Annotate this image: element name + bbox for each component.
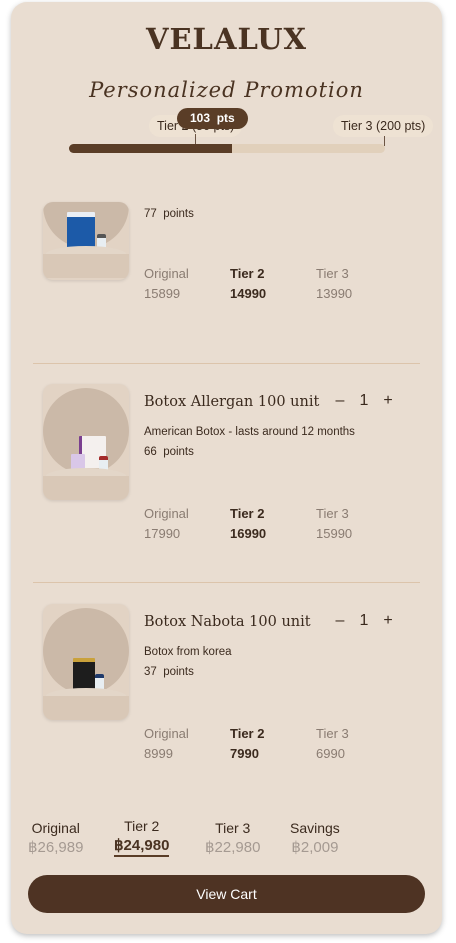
- quantity-stepper[interactable]: –1 +: [331, 612, 397, 630]
- product-card: Botox Allergan 100 unit –1 + American Bot…: [11, 384, 442, 564]
- points-progress-fill: [69, 144, 232, 153]
- quantity-value: 1: [359, 392, 369, 409]
- tier3-marker-label: Tier 3 (200 pts): [333, 115, 434, 137]
- current-points-badge: 103 pts: [177, 108, 248, 129]
- original-price: Original 8999: [144, 726, 189, 761]
- increase-quantity-button[interactable]: +: [379, 612, 397, 630]
- tier3-price: Tier 3 13990: [316, 266, 353, 301]
- tier3-price: Tier 3 6990: [316, 726, 349, 761]
- quantity-stepper[interactable]: –1 +: [331, 392, 397, 410]
- tier2-price: Tier 2 7990: [230, 726, 265, 761]
- product-description: American Botox - lasts around 12 months: [144, 426, 355, 438]
- tier2-price: Tier 2 16990: [230, 506, 267, 541]
- original-price: Original 15899: [144, 266, 189, 301]
- page-subtitle: Personalized Promotion: [89, 78, 364, 102]
- product-name: Botox Nabota 100 unit: [144, 614, 311, 630]
- current-points-value: 103: [190, 111, 211, 125]
- summary-savings: Savings ฿2,009: [290, 820, 340, 856]
- decrease-quantity-button[interactable]: –: [331, 392, 349, 410]
- divider: [33, 363, 420, 364]
- product-points: 77 points: [144, 208, 194, 220]
- brand-logo: VELALUX: [145, 22, 308, 56]
- decrease-quantity-button[interactable]: –: [331, 612, 349, 630]
- original-price: Original 17990: [144, 506, 189, 541]
- tier3-tick: [384, 136, 385, 146]
- summary-tier3: Tier 3 ฿22,980: [205, 820, 261, 856]
- summary-tier2[interactable]: Tier 2 ฿24,980: [114, 818, 170, 857]
- product-card: 77 points Original 15899 Tier 2 14990 Tier…: [11, 202, 442, 366]
- quantity-value: 1: [359, 612, 369, 629]
- tier3-price: Tier 3 15990: [316, 506, 353, 541]
- product-image: [43, 604, 129, 720]
- points-progress-bar: [69, 144, 385, 153]
- product-image: [43, 384, 129, 500]
- promotion-card: VELALUX Personalized Promotion Tier 2 (5…: [11, 2, 442, 934]
- product-image: [43, 202, 129, 280]
- product-points: 66 points: [144, 446, 194, 458]
- tier2-price: Tier 2 14990: [230, 266, 267, 301]
- current-points-unit: pts: [216, 111, 235, 125]
- tier2-tick: [195, 134, 196, 144]
- increase-quantity-button[interactable]: +: [379, 392, 397, 410]
- product-points: 37 points: [144, 666, 194, 678]
- summary-original: Original ฿26,989: [28, 820, 84, 856]
- divider: [33, 582, 420, 583]
- product-card: Botox Nabota 100 unit –1 + Botox from kor…: [11, 604, 442, 784]
- view-cart-button[interactable]: View Cart: [28, 875, 425, 913]
- product-description: Botox from korea: [144, 646, 232, 658]
- product-name: Botox Allergan 100 unit: [144, 394, 320, 410]
